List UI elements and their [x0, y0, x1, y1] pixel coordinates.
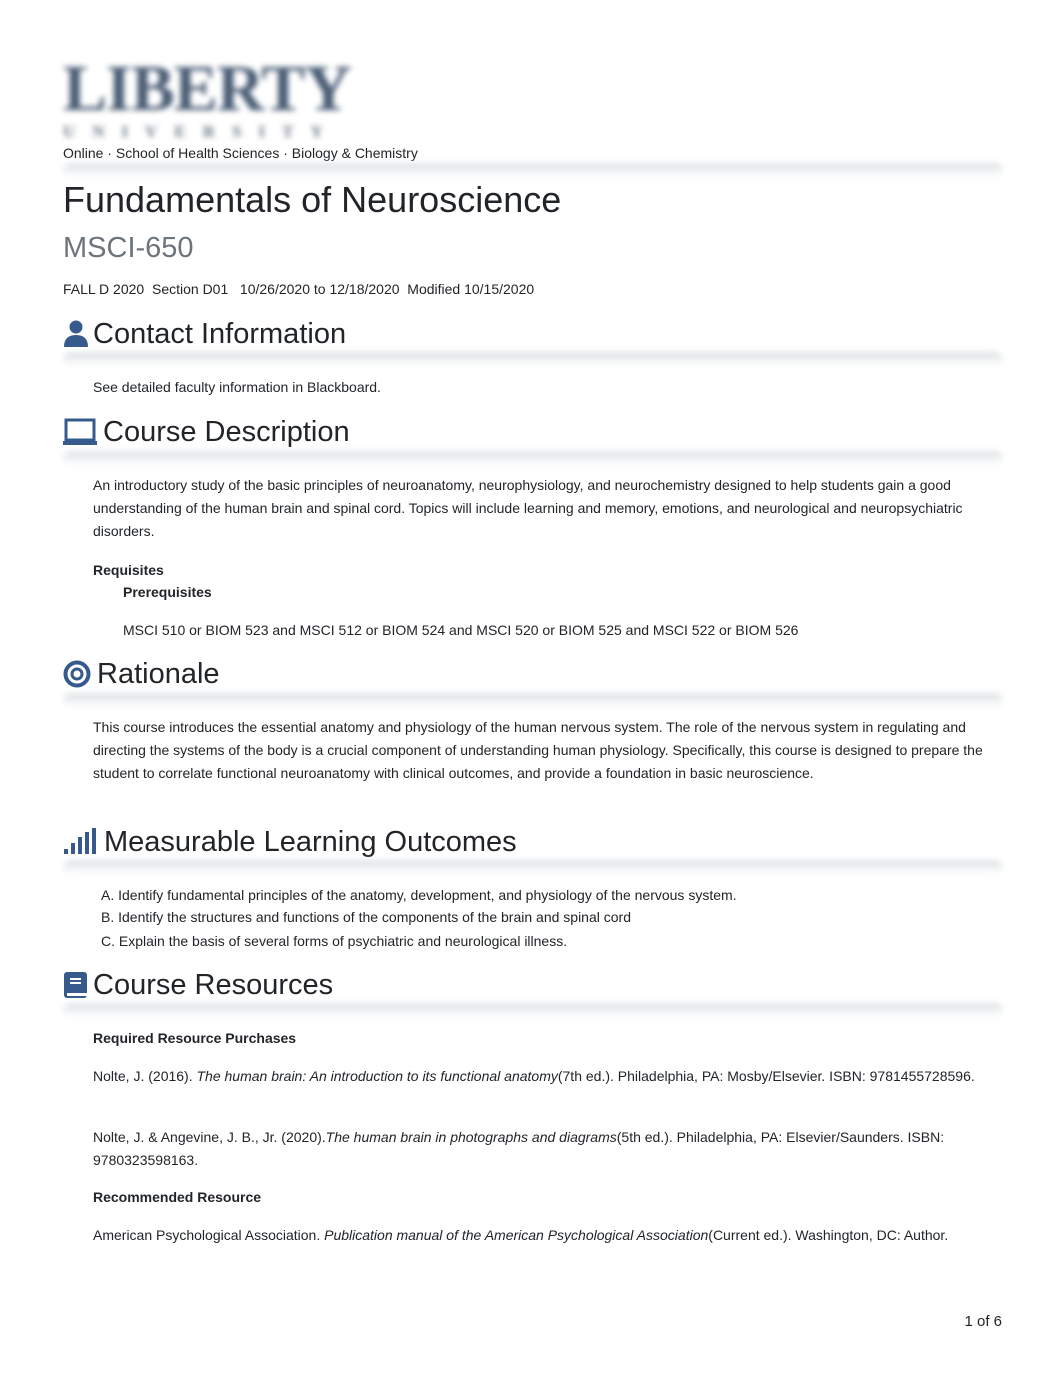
page-indicator: 1 of 6	[964, 1313, 1002, 1330]
requisites-label: Requisites	[93, 562, 164, 578]
citation-author: American Psychological Association.	[93, 1227, 325, 1243]
logo-subtitle: UNIVERSITY	[63, 122, 340, 141]
section-heading-contact: Contact Information	[63, 316, 346, 352]
signal-bars-icon	[63, 828, 97, 856]
section-heading-outcomes: Measurable Learning Outcomes	[63, 824, 517, 860]
citation-details: (7th ed.). Philadelphia, PA: Mosby/Elsev…	[557, 1068, 975, 1084]
required-resources-label: Required Resource Purchases	[93, 1030, 297, 1046]
citation-title: The human brain in photographs and diagr…	[325, 1129, 617, 1145]
course-title: Fundamentals of Neuroscience	[63, 179, 562, 220]
logo-wordmark: LIBERTY	[63, 52, 352, 125]
recommended-resource-label: Recommended Resource	[93, 1189, 262, 1205]
resource-citation: Nolte, J. (2016). The human brain: An in…	[93, 1065, 1008, 1088]
heading-text: Contact Information	[93, 318, 347, 350]
heading-text: Course Resources	[93, 969, 334, 1001]
contact-text: See detailed faculty information in Blac…	[93, 379, 381, 395]
resource-citation: Nolte, J. & Angevine, J. B., Jr. (2020).…	[93, 1126, 1008, 1172]
section-heading-description: Course Description	[63, 414, 350, 450]
citation-title: The human brain: An introduction to its …	[196, 1068, 558, 1084]
rationale-text: This course introduces the essential ana…	[93, 719, 983, 781]
citation-author: Nolte, J. (2016).	[93, 1068, 197, 1084]
laptop-icon	[63, 418, 97, 446]
heading-text: Course Description	[103, 416, 350, 448]
course-meta: FALL D 2020 Section D01 10/26/2020 to 12…	[63, 281, 535, 297]
breadcrumb: Online · School of Health Sciences · Bio…	[63, 145, 418, 161]
section-divider	[63, 451, 1003, 467]
outcome-item: B. Identify the structures and functions…	[101, 909, 631, 925]
user-icon	[63, 320, 89, 348]
citation-author: Nolte, J. & Angevine, J. B., Jr. (2020).	[93, 1129, 326, 1145]
outcomes-list-container: A. Identify fundamental principles of th…	[93, 884, 1008, 952]
university-logo: LIBERTY UNIVERSITY	[63, 52, 352, 142]
header-divider	[63, 163, 1003, 179]
bullseye-icon	[63, 660, 91, 688]
citation-details: (Current ed.). Washington, DC: Author.	[708, 1227, 949, 1243]
book-icon	[63, 971, 89, 999]
prerequisites-label: Prerequisites	[123, 584, 212, 600]
section-heading-resources: Course Resources	[63, 967, 333, 1003]
section-divider	[63, 1003, 1003, 1019]
description-text: An introductory study of the basic princ…	[93, 477, 963, 539]
outcomes-list: A. Identify fundamental principles of th…	[93, 884, 1008, 952]
outcome-item: C. Explain the basis of several forms of…	[101, 933, 568, 949]
section-divider	[63, 860, 1003, 876]
heading-text: Rationale	[97, 658, 220, 690]
section-divider	[63, 352, 1003, 368]
course-code: MSCI-650	[63, 232, 194, 264]
section-heading-rationale: Rationale	[63, 656, 220, 692]
resource-citation: American Psychological Association. Publ…	[93, 1224, 1008, 1247]
heading-text: Measurable Learning Outcomes	[104, 826, 517, 858]
citation-title: Publication manual of the American Psych…	[324, 1227, 709, 1243]
section-divider	[63, 693, 1003, 709]
prerequisites-text: MSCI 510 or BIOM 523 and MSCI 512 or BIO…	[123, 622, 799, 638]
outcome-item: A. Identify fundamental principles of th…	[101, 887, 737, 903]
